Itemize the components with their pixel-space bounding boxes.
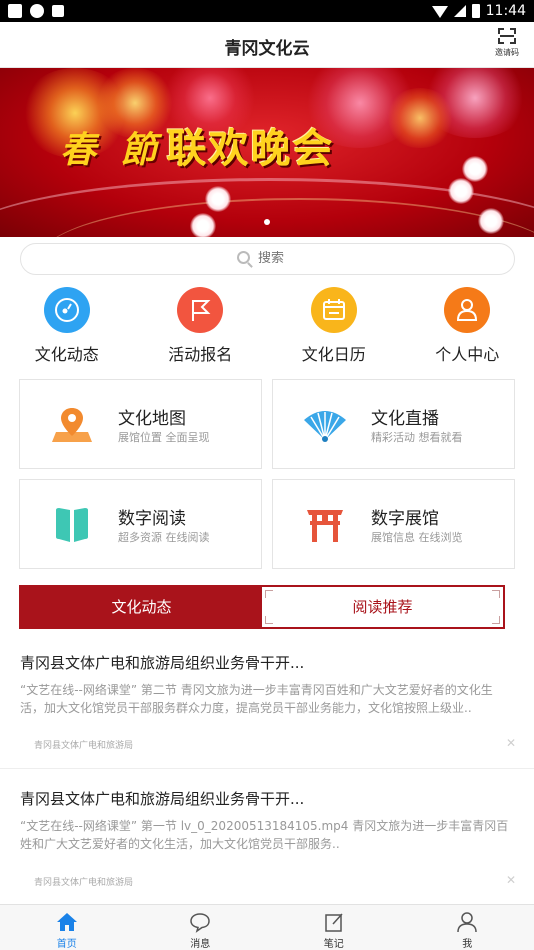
book-icon	[50, 506, 94, 544]
notification-app-icon	[8, 4, 22, 18]
battery-icon	[471, 4, 480, 18]
scan-label: 邀请码	[495, 48, 519, 57]
content-tabs: 文化动态 阅读推荐	[19, 585, 505, 629]
nav-label: 首页	[56, 939, 77, 950]
feature-subtitle: 超多资源 在线阅读	[118, 531, 210, 544]
tab-label: 阅读推荐	[352, 598, 413, 616]
feature-card-culture-map[interactable]: 文化地图 展馆位置 全面呈现	[19, 379, 262, 469]
search-bar[interactable]	[20, 243, 515, 275]
article-title: 青冈县文体广电和旅游局组织业务骨干开...	[20, 790, 305, 808]
notification-icons	[8, 4, 64, 18]
article-item[interactable]: 青冈县文体广电和旅游局组织业务骨干开... “文艺在线--网络课堂” 第二节 青…	[0, 640, 534, 768]
search-input[interactable]	[258, 251, 298, 266]
profile-icon	[456, 911, 478, 933]
banner-image-text: 春 節联欢晚会	[60, 125, 335, 172]
quick-nav: 文化动态 活动报名 文化日历 个人中心	[0, 287, 534, 365]
app-header: 青冈文化云 邀请码	[0, 22, 534, 68]
nav-home[interactable]: 首页	[0, 905, 134, 950]
fan-icon	[303, 406, 347, 444]
quick-nav-label: 活动报名	[168, 345, 233, 364]
page-title: 青冈文化云	[224, 39, 310, 59]
feature-title: 数字阅读	[118, 509, 186, 529]
gate-icon	[303, 506, 347, 544]
quick-nav-activity-signup[interactable]: 活动报名	[134, 287, 268, 365]
feature-subtitle: 精彩活动 想看就看	[371, 431, 463, 444]
calendar-icon	[310, 287, 357, 333]
nav-me[interactable]: 我	[401, 905, 534, 950]
banner-carousel[interactable]: 春 節联欢晚会	[0, 68, 534, 237]
feature-subtitle: 展馆位置 全面呈现	[118, 431, 210, 444]
nav-label: 我	[462, 939, 473, 950]
scan-invite-button[interactable]: 邀请码	[488, 28, 526, 58]
note-icon	[323, 911, 345, 933]
signal-icon	[453, 5, 466, 17]
feature-card-digital-reading[interactable]: 数字阅读 超多资源 在线阅读	[19, 479, 262, 569]
quick-nav-label: 个人中心	[435, 345, 500, 364]
feature-card-digital-museum[interactable]: 数字展馆 展馆信息 在线浏览	[272, 479, 515, 569]
nav-label: 消息	[190, 939, 211, 950]
feature-title: 文化直播	[371, 409, 439, 429]
quick-nav-label: 文化动态	[34, 345, 99, 364]
article-summary: “文艺在线--网络课堂” 第一节 lv_0_20200513184105.mp4…	[20, 819, 509, 851]
close-icon[interactable]: ✕	[506, 873, 516, 887]
home-icon	[56, 911, 78, 933]
feature-subtitle: 展馆信息 在线浏览	[371, 531, 463, 544]
scan-icon	[498, 28, 516, 44]
map-pin-icon	[50, 406, 94, 444]
article-source: 青冈县文体广电和旅游局	[34, 741, 134, 751]
message-icon	[189, 911, 211, 933]
feature-title: 数字展馆	[371, 509, 439, 529]
quick-nav-culture-news[interactable]: 文化动态	[0, 287, 134, 365]
notification-app-icon	[52, 5, 64, 17]
divider	[0, 768, 534, 769]
bottom-nav: 首页 消息 笔记 我	[0, 904, 534, 950]
tab-culture-news[interactable]: 文化动态	[21, 587, 262, 627]
carousel-dots	[0, 219, 534, 225]
quick-nav-culture-calendar[interactable]: 文化日历	[267, 287, 401, 365]
article-item[interactable]: 青冈县文体广电和旅游局组织业务骨干开... “文艺在线--网络课堂” 第一节 l…	[0, 776, 534, 904]
nav-notes[interactable]: 笔记	[267, 905, 401, 950]
tab-reading-recommend[interactable]: 阅读推荐	[262, 587, 503, 627]
status-bar: 11:44	[0, 0, 534, 22]
wifi-icon	[431, 6, 448, 18]
nav-messages[interactable]: 消息	[134, 905, 268, 950]
user-icon	[444, 287, 491, 333]
flag-icon	[177, 287, 224, 333]
close-icon[interactable]: ✕	[506, 736, 516, 750]
compass-icon	[43, 287, 90, 333]
article-title: 青冈县文体广电和旅游局组织业务骨干开...	[20, 654, 305, 672]
quick-nav-personal-center[interactable]: 个人中心	[401, 287, 534, 365]
search-icon	[237, 251, 250, 264]
feature-title: 文化地图	[118, 409, 186, 429]
notification-app-icon	[30, 4, 44, 18]
article-source: 青冈县文体广电和旅游局	[34, 878, 134, 888]
nav-label: 笔记	[323, 939, 344, 950]
quick-nav-label: 文化日历	[301, 345, 366, 364]
article-summary: “文艺在线--网络课堂” 第二节 青冈文旅为进一步丰富青冈百姓和广大文艺爱好者的…	[20, 683, 493, 715]
feature-card-culture-live[interactable]: 文化直播 精彩活动 想看就看	[272, 379, 515, 469]
status-time: 11:44	[485, 3, 526, 19]
